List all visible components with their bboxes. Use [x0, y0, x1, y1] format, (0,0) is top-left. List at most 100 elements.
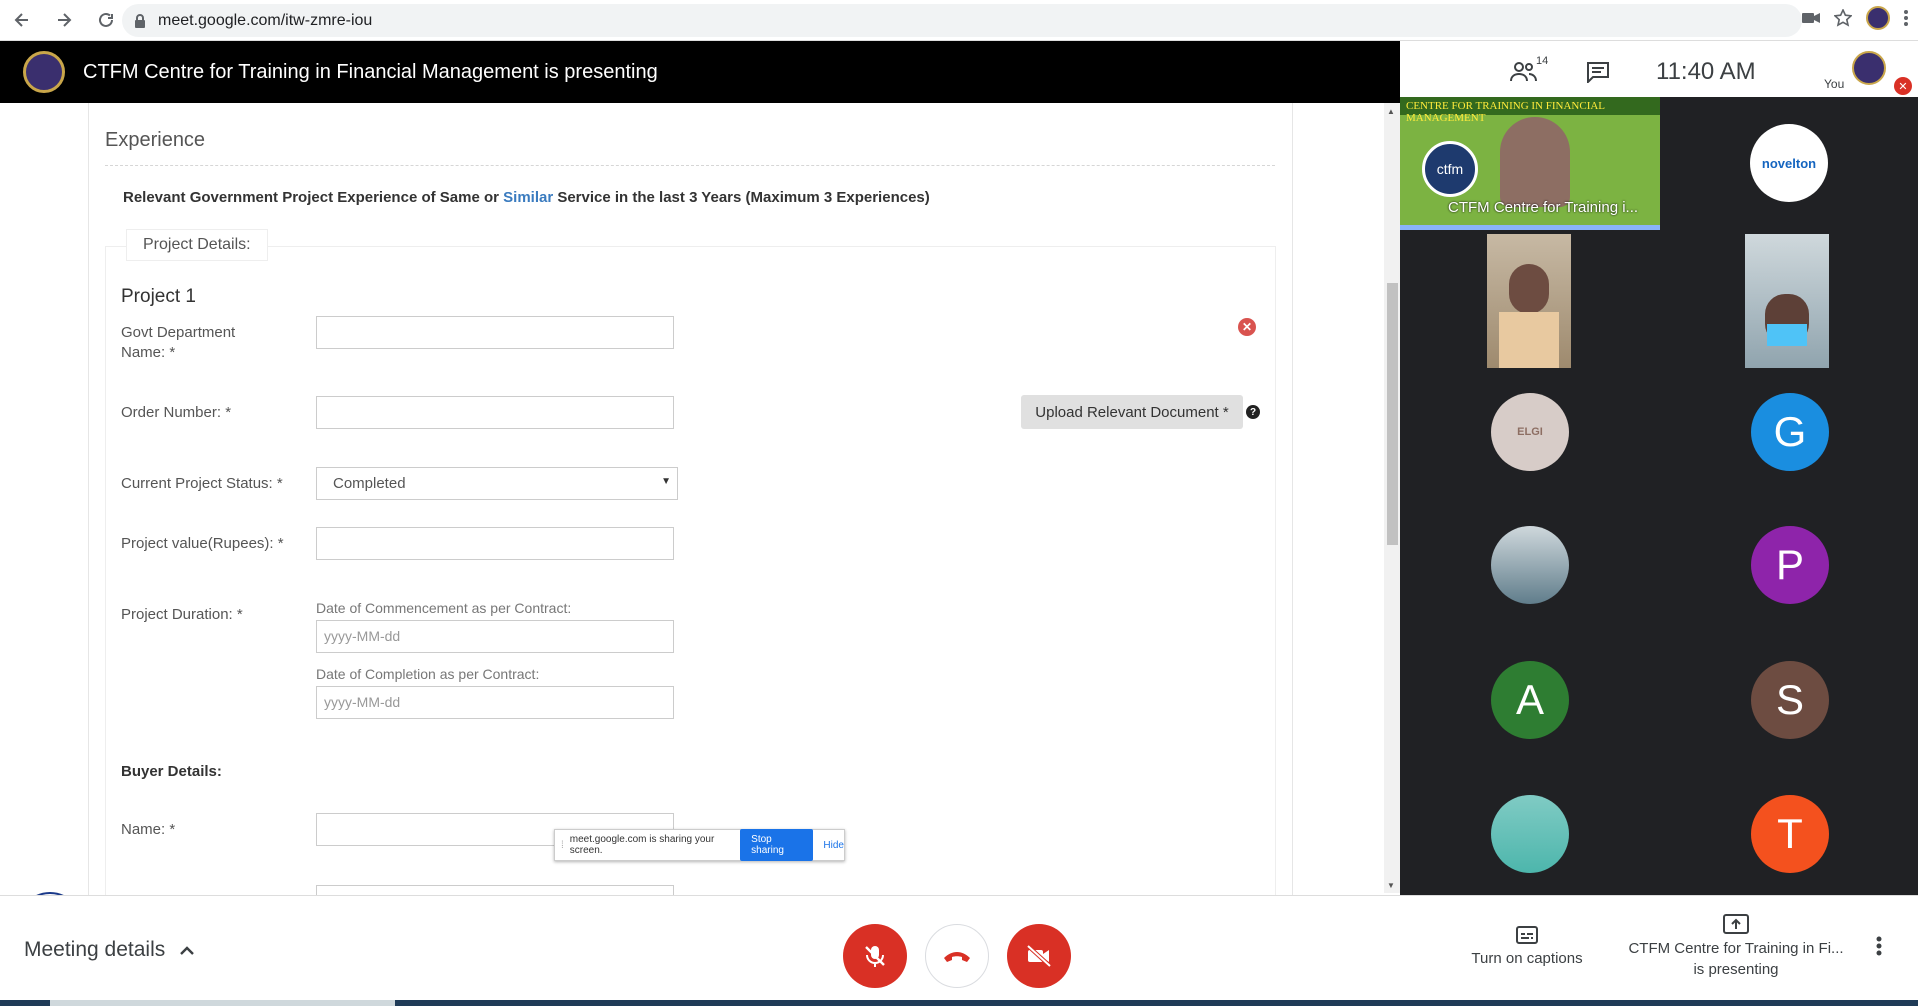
presenter-video: [1500, 117, 1570, 207]
project-value-label: Project value(Rupees): *: [121, 535, 284, 552]
presentation-button[interactable]: CTFM Centre for Training in Fi... is pre…: [1620, 914, 1852, 980]
scroll-up-icon[interactable]: ▲: [1387, 107, 1395, 116]
govt-dept-label-line1: Govt Department: [121, 324, 236, 341]
captions-button[interactable]: Turn on captions: [1464, 926, 1590, 967]
participant-p[interactable]: P: [1751, 526, 1829, 604]
participant-elgi[interactable]: ELGI: [1491, 393, 1569, 471]
meet-top-controls: 14 11:40 AM You ✕: [1400, 41, 1918, 103]
mic-off-icon: [865, 946, 885, 967]
dropdown-caret-icon: ▼: [661, 476, 671, 487]
taskbar: [0, 1000, 1918, 1006]
meeting-details-label: Meeting details: [24, 938, 166, 961]
participants-grid: CENTRE FOR TRAINING IN FINANCIAL MANAGEM…: [1400, 97, 1918, 895]
self-avatar[interactable]: [1852, 51, 1886, 85]
hang-up-icon: [944, 952, 970, 962]
participant-photo[interactable]: [1491, 795, 1569, 873]
novelton-logo: novelton: [1761, 155, 1817, 171]
intro-text-end: Service in the last 3 Years (Maximum 3 E…: [553, 189, 930, 206]
participant-t[interactable]: T: [1751, 795, 1829, 873]
bookmark-star-icon[interactable]: [1834, 9, 1852, 27]
project-fieldset: [105, 246, 1276, 895]
more-options-icon[interactable]: [1876, 936, 1882, 956]
participant-s[interactable]: S: [1751, 661, 1829, 739]
clock: 11:40 AM: [1656, 58, 1756, 85]
meeting-details-button[interactable]: Meeting details: [24, 938, 195, 962]
participant-novelton[interactable]: novelton: [1750, 124, 1828, 202]
presentation-header: CTFM Centre for Training in Financial Ma…: [0, 41, 1400, 103]
completion-label: Date of Completion as per Contract:: [316, 666, 540, 682]
govt-dept-label-line2: Name: *: [121, 344, 176, 361]
leave-call-button[interactable]: [925, 924, 989, 988]
drag-handle-icon[interactable]: ⁞: [561, 840, 564, 851]
meeting-controls-bar: Meeting details Turn on captions CTFM Ce…: [0, 895, 1918, 1006]
url-text: meet.google.com/itw-zmre-iou: [158, 11, 373, 29]
screen-share-notice: ⁞ meet.google.com is sharing your screen…: [554, 829, 845, 861]
hide-link[interactable]: Hide: [823, 840, 844, 851]
chevron-up-icon: [179, 945, 195, 955]
speaking-indicator: [1400, 225, 1660, 230]
participant-count: 14: [1536, 55, 1549, 67]
govt-dept-input[interactable]: [316, 316, 674, 349]
forward-icon[interactable]: [49, 5, 79, 35]
lock-icon: [134, 13, 146, 28]
participant-statue[interactable]: [1491, 526, 1569, 604]
participant-t-initial: T: [1777, 810, 1803, 857]
self-label: You: [1824, 77, 1845, 91]
divider: [105, 165, 1275, 166]
participant-a[interactable]: A: [1491, 661, 1569, 739]
ctfm-logo: ctfm: [1422, 141, 1478, 197]
captions-icon: [1516, 926, 1538, 944]
scroll-down-icon[interactable]: ▼: [1387, 881, 1395, 890]
remove-project-icon[interactable]: ✕: [1238, 318, 1256, 336]
commencement-date-input[interactable]: yyyy-MM-dd: [316, 620, 674, 653]
ctfm-logo-icon: [23, 51, 65, 93]
presenting-title: CTFM Centre for Training in Financial Ma…: [83, 60, 658, 83]
presenter-banner: CENTRE FOR TRAINING IN FINANCIAL MANAGEM…: [1400, 97, 1660, 124]
camera-off-button[interactable]: [1007, 924, 1071, 988]
profile-avatar-icon[interactable]: [1866, 6, 1890, 30]
browser-toolbar: meet.google.com/itw-zmre-iou: [0, 0, 1918, 41]
participant-video-1[interactable]: [1487, 234, 1571, 368]
chat-icon[interactable]: [1586, 61, 1610, 83]
taskbar-segment: [50, 1000, 395, 1006]
next-input[interactable]: [316, 885, 674, 895]
participants-button[interactable]: 14: [1510, 55, 1548, 83]
project-title: Project 1: [121, 286, 196, 307]
browser-menu-icon[interactable]: [1904, 10, 1908, 26]
browser-actions: [1802, 6, 1908, 30]
presenter-tile[interactable]: CENTRE FOR TRAINING IN FINANCIAL MANAGEM…: [1400, 97, 1660, 230]
govt-dept-label: Govt Department Name: *: [121, 324, 235, 361]
scrollbar-thumb[interactable]: [1387, 283, 1398, 545]
completion-date-input[interactable]: yyyy-MM-dd: [316, 686, 674, 719]
share-notice-text: meet.google.com is sharing your screen.: [569, 834, 715, 856]
shared-screen: Experience Relevant Government Project E…: [0, 103, 1400, 895]
status-label: Current Project Status: *: [121, 475, 283, 492]
buyer-details-title: Buyer Details:: [121, 763, 222, 780]
intro-highlight: Similar: [503, 189, 554, 206]
present-screen-icon: [1723, 914, 1749, 934]
presenter-name: CTFM Centre for Training i...: [1448, 199, 1639, 216]
order-number-input[interactable]: [316, 396, 674, 429]
duration-label: Project Duration: *: [121, 606, 243, 623]
reload-icon[interactable]: [91, 5, 121, 35]
fieldset-legend: Project Details:: [126, 229, 268, 261]
upload-document-button[interactable]: Upload Relevant Document *: [1021, 395, 1243, 429]
camera-off-icon: [1026, 944, 1052, 968]
muted-mic-icon: ✕: [1894, 77, 1912, 95]
participant-g[interactable]: G: [1751, 393, 1829, 471]
order-number-label: Order Number: *: [121, 404, 232, 421]
participant-video-2[interactable]: [1745, 234, 1829, 368]
captions-label: Turn on captions: [1471, 950, 1583, 967]
mic-off-button[interactable]: [843, 924, 907, 988]
participant-a-initial: A: [1515, 676, 1544, 723]
presenting-line2: is presenting: [1693, 961, 1779, 978]
help-icon[interactable]: ?: [1246, 405, 1260, 419]
stop-sharing-button[interactable]: Stop sharing: [740, 829, 814, 861]
section-intro: Relevant Government Project Experience o…: [123, 189, 930, 206]
camera-icon[interactable]: [1802, 11, 1820, 25]
back-icon[interactable]: [7, 5, 37, 35]
address-bar[interactable]: meet.google.com/itw-zmre-iou: [122, 4, 1802, 37]
commencement-label: Date of Commencement as per Contract:: [316, 600, 572, 616]
status-select[interactable]: Completed ▼: [316, 467, 678, 500]
project-value-input[interactable]: [316, 527, 674, 560]
